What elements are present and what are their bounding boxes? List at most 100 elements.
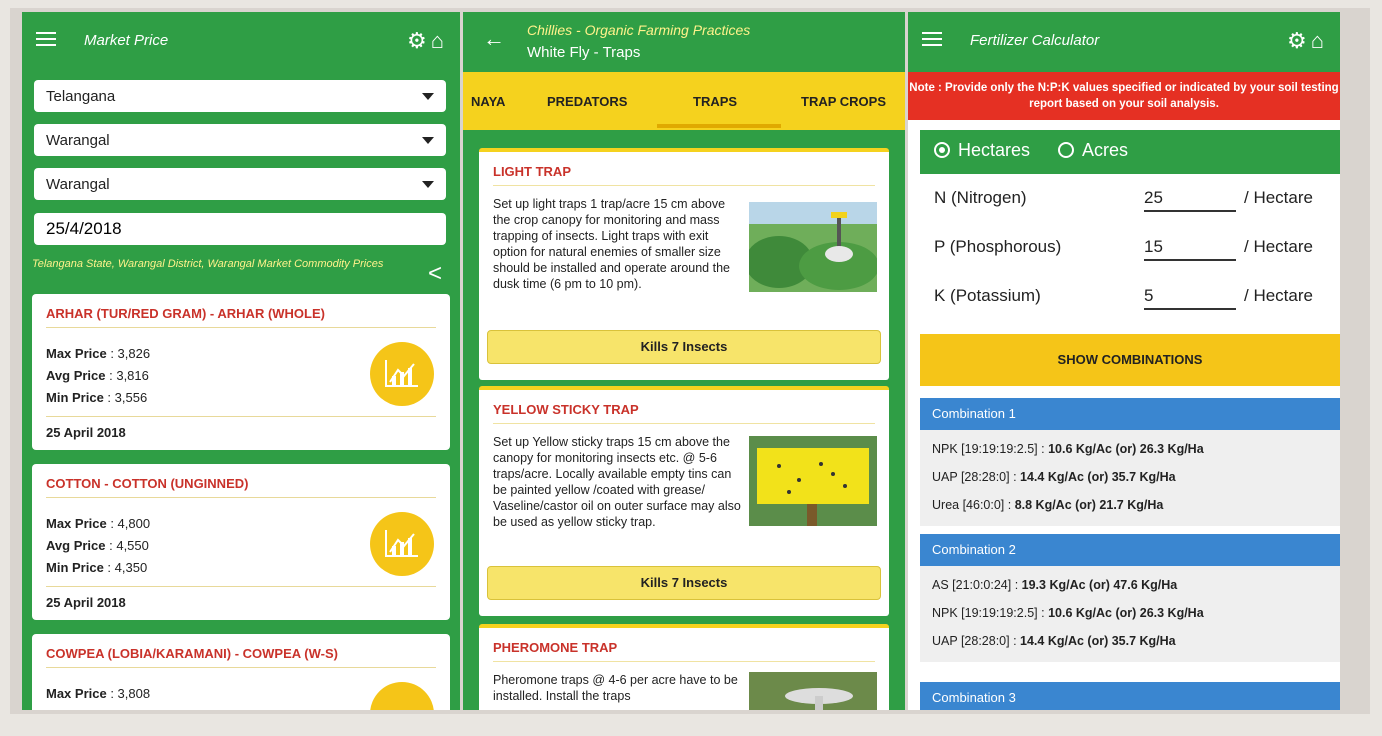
price-card[interactable]: ARHAR (TUR/RED GRAM) - ARHAR (WHOLE) Max… [32, 294, 450, 450]
radio-hectares[interactable] [934, 142, 950, 158]
trap-description: Set up Yellow sticky traps 15 cm above t… [493, 435, 741, 529]
combination-line: NPK [19:19:19:2.5] : 10.6 Kg/Ac (or) 26.… [932, 606, 1204, 620]
chart-icon[interactable] [370, 682, 434, 710]
price-card[interactable]: COWPEA (LOBIA/KARAMANI) - COWPEA (W-S) M… [32, 634, 450, 710]
npk-unit: / Hectare [1244, 188, 1313, 207]
trap-title: PHEROMONE TRAP [493, 640, 875, 662]
state-value: Telangana [46, 88, 116, 105]
tab-predators[interactable]: PREDATORS [547, 94, 627, 109]
fert-app-bar: Fertilizer Calculator ⚙⌂ [908, 12, 1340, 72]
commodity-title: ARHAR (TUR/RED GRAM) - ARHAR (WHOLE) [46, 306, 436, 328]
trap-card: YELLOW STICKY TRAP Set up Yellow sticky … [479, 386, 889, 616]
commodity-title: COWPEA (LOBIA/KARAMANI) - COWPEA (W-S) [46, 646, 436, 668]
active-tab-indicator [657, 124, 781, 128]
unit-label: Hectares [958, 140, 1031, 160]
npk-form: N (Nitrogen) 25 / Hectare P (Phosphorous… [920, 174, 1340, 324]
home-icon[interactable]: ⌂ [1311, 28, 1328, 53]
chevron-down-icon [422, 137, 434, 144]
market-info-text: Telangana State, Warangal District, Wara… [32, 258, 384, 270]
npk-label: N (Nitrogen) [934, 188, 1027, 207]
chart-icon[interactable] [370, 512, 434, 576]
combination-card: Combination 2 AS [21:0:0:24] : 19.3 Kg/A… [920, 534, 1340, 662]
price-label: Avg Price [46, 538, 106, 553]
max-price-value: 3,826 [117, 346, 151, 361]
trap-card: PHEROMONE TRAP Pheromone traps @ 4-6 per… [479, 624, 889, 710]
min-price-value: 4,350 [114, 560, 148, 575]
market-select[interactable]: Warangal [34, 168, 446, 200]
npk-unit: / Hectare [1244, 237, 1313, 256]
tab-bar: NAYA PREDATORS TRAPS TRAP CROPS [463, 72, 905, 130]
price-label: Max Price [46, 686, 107, 701]
traps-screen: ← Chillies - Organic Farming Practices W… [463, 12, 905, 710]
unit-label: Acres [1082, 140, 1129, 160]
trap-description: Pheromone traps @ 4-6 per acre have to b… [493, 673, 738, 703]
combination-line: NPK [19:19:19:2.5] : 10.6 Kg/Ac (or) 26.… [932, 442, 1204, 456]
price-card[interactable]: COTTON - COTTON (UNGINNED) Max Price : 4… [32, 464, 450, 620]
share-icon[interactable]: < [428, 260, 442, 288]
combination-line: UAP [28:28:0] : 14.4 Kg/Ac (or) 35.7 Kg/… [932, 470, 1176, 484]
date-field[interactable]: 25/4/2018 [34, 213, 446, 245]
market-title: Market Price [84, 32, 169, 49]
gear-icon[interactable]: ⚙ [1287, 28, 1311, 53]
nitrogen-input[interactable]: 25 [1144, 188, 1236, 212]
market-app-bar: Market Price ⚙⌂ [22, 12, 460, 72]
chevron-down-icon [422, 93, 434, 100]
traps-title: Chillies - Organic Farming Practices [527, 22, 751, 38]
unit-selector: Hectares Acres [920, 130, 1340, 174]
phosphorous-input[interactable]: 15 [1144, 237, 1236, 261]
npk-label: P (Phosphorous) [934, 237, 1062, 256]
soil-note: Note : Provide only the N:P:K values spe… [908, 72, 1340, 120]
traps-subtitle: White Fly - Traps [527, 44, 641, 61]
fert-title: Fertilizer Calculator [970, 32, 1100, 49]
yellow-sticky-trap-image [749, 436, 877, 526]
tab-naya[interactable]: NAYA [471, 94, 505, 109]
fertilizer-screen: Fertilizer Calculator ⚙⌂ Note : Provide … [908, 12, 1340, 710]
market-value: Warangal [46, 176, 110, 193]
avg-price-value: 4,550 [116, 538, 149, 553]
combination-header[interactable]: Combination 2 [920, 534, 1340, 566]
combination-header[interactable]: Combination 1 [920, 398, 1340, 430]
combination-line: Urea [46:0:0] : 8.8 Kg/Ac (or) 21.7 Kg/H… [932, 498, 1164, 512]
chart-icon[interactable] [370, 342, 434, 406]
state-select[interactable]: Telangana [34, 80, 446, 112]
price-date: 25 April 2018 [46, 416, 436, 440]
light-trap-image [745, 202, 879, 292]
district-select[interactable]: Warangal [34, 124, 446, 156]
tab-traps[interactable]: TRAPS [693, 94, 737, 109]
radio-acres[interactable] [1058, 142, 1074, 158]
commodity-title: COTTON - COTTON (UNGINNED) [46, 476, 436, 498]
min-price-value: 3,556 [114, 390, 148, 405]
tab-trap-crops[interactable]: TRAP CROPS [801, 94, 886, 109]
combination-line: AS [21:0:0:24] : 19.3 Kg/Ac (or) 47.6 Kg… [932, 578, 1178, 592]
combination-card: Combination 3 [920, 682, 1340, 710]
combination-header[interactable]: Combination 3 [920, 682, 1340, 710]
trap-card: LIGHT TRAP Set up light traps 1 trap/acr… [479, 148, 889, 380]
combination-line: UAP [28:28:0] : 14.4 Kg/Ac (or) 35.7 Kg/… [932, 634, 1176, 648]
price-label: Min Price [46, 560, 104, 575]
home-icon[interactable]: ⌂ [431, 28, 448, 53]
menu-icon[interactable] [36, 32, 56, 46]
traps-app-bar: ← Chillies - Organic Farming Practices W… [463, 12, 905, 72]
price-label: Avg Price [46, 368, 106, 383]
show-combinations-button[interactable]: SHOW COMBINATIONS [920, 334, 1340, 386]
trap-title: YELLOW STICKY TRAP [493, 402, 875, 424]
price-date: 25 April 2018 [46, 586, 436, 610]
gear-icon[interactable]: ⚙ [407, 28, 431, 53]
market-price-screen: Market Price ⚙⌂ Telangana Warangal Waran… [22, 12, 460, 710]
max-price-value: 3,808 [117, 686, 151, 701]
npk-unit: / Hectare [1244, 286, 1313, 305]
menu-icon[interactable] [922, 32, 942, 46]
npk-label: K (Potassium) [934, 286, 1041, 305]
potassium-input[interactable]: 5 [1144, 286, 1236, 310]
combination-card: Combination 1 NPK [19:19:19:2.5] : 10.6 … [920, 398, 1340, 526]
avg-price-value: 3,816 [116, 368, 149, 383]
pheromone-trap-image [749, 672, 877, 710]
trap-description: Set up light traps 1 trap/acre 15 cm abo… [493, 197, 730, 291]
kills-insects-button[interactable]: Kills 7 Insects [487, 566, 881, 600]
back-arrow-icon[interactable]: ← [483, 26, 505, 52]
price-label: Max Price [46, 516, 107, 531]
max-price-value: 4,800 [117, 516, 151, 531]
price-label: Max Price [46, 346, 107, 361]
district-value: Warangal [46, 132, 110, 149]
kills-insects-button[interactable]: Kills 7 Insects [487, 330, 881, 364]
